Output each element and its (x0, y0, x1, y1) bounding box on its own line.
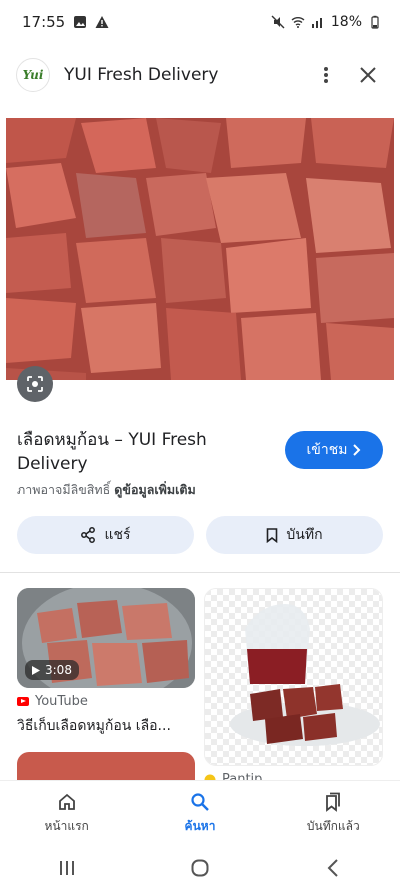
section-divider (0, 572, 400, 573)
result-image[interactable] (6, 118, 394, 380)
result-title[interactable]: เลือดหมูก้อน – YUI Fresh Delivery (17, 428, 257, 476)
wifi-icon (291, 17, 305, 28)
action-buttons: แชร์ บันทึก (17, 516, 383, 554)
gallery-icon (74, 16, 87, 28)
related-caption-1[interactable]: วิธีเก็บเลือดหมูก้อน เลือ... (17, 715, 195, 737)
save-button[interactable]: บันทึก (206, 516, 383, 554)
recents-icon (59, 860, 74, 875)
nav-home[interactable]: หน้าแรก (0, 781, 133, 846)
copyright-notice: ภาพอาจมีลิขสิทธิ์ ดูข้อมูลเพิ่มเติม (17, 480, 196, 500)
battery-icon (371, 15, 379, 29)
back-icon (327, 858, 339, 877)
more-options-button[interactable] (310, 59, 342, 91)
home-circle-icon (191, 859, 209, 876)
app-header: Yui YUI Fresh Delivery (0, 44, 400, 106)
lens-icon (27, 376, 43, 392)
nav-search-label: ค้นหา (184, 818, 216, 833)
lens-button[interactable] (17, 366, 53, 402)
share-button[interactable]: แชร์ (17, 516, 194, 554)
blood-cubes-image (6, 118, 394, 380)
share-label: แชร์ (104, 527, 131, 543)
close-button[interactable] (352, 59, 384, 91)
system-navigation-bar (0, 846, 400, 889)
back-button[interactable] (313, 853, 353, 883)
bookmarks-icon (326, 792, 341, 812)
related-source-1: YouTube (17, 694, 88, 709)
home-icon (58, 793, 75, 810)
recent-apps-button[interactable] (47, 853, 87, 883)
nav-search[interactable]: ค้นหา (133, 781, 266, 846)
visit-label: เข้าชม (306, 442, 348, 458)
bottom-navigation: หน้าแรก ค้นหา บันทึกแล้ว (0, 780, 400, 846)
play-icon (32, 665, 40, 675)
related-image-2 (205, 589, 382, 765)
signal-icon (311, 18, 322, 28)
battery-level: 18% (330, 14, 362, 30)
nav-saved-label: บันทึกแล้ว (306, 818, 360, 833)
home-button[interactable] (180, 853, 220, 883)
mute-icon (271, 15, 285, 29)
status-bar: 17:55 18% (0, 0, 400, 44)
header-title: YUI Fresh Delivery (64, 65, 219, 85)
visit-button[interactable]: เข้าชม (285, 431, 383, 469)
search-icon (191, 792, 209, 811)
nav-saved[interactable]: บันทึกแล้ว (267, 781, 400, 846)
video-duration-badge: 3:08 (25, 660, 79, 680)
site-logo: Yui (16, 58, 50, 92)
save-label: บันทึก (286, 527, 323, 543)
youtube-icon (17, 697, 29, 706)
nav-home-label: หน้าแรก (44, 818, 89, 833)
more-info-link[interactable]: ดูข้อมูลเพิ่มเติม (114, 482, 195, 497)
source-name: YouTube (35, 694, 88, 709)
result-title-row: เลือดหมูก้อน – YUI Fresh Delivery เข้าชม (17, 428, 383, 476)
close-icon (360, 67, 376, 83)
related-image-card-2[interactable] (204, 588, 383, 766)
duration-text: 3:08 (45, 663, 72, 677)
related-video-thumbnail[interactable]: 3:08 (17, 588, 195, 688)
warning-icon (95, 16, 109, 28)
share-icon (81, 527, 96, 543)
chevron-right-icon (353, 444, 361, 456)
more-vert-icon (324, 67, 328, 83)
bookmark-icon (267, 527, 278, 543)
status-time: 17:55 (22, 13, 66, 31)
copyright-text: ภาพอาจมีลิขสิทธิ์ (17, 482, 111, 497)
